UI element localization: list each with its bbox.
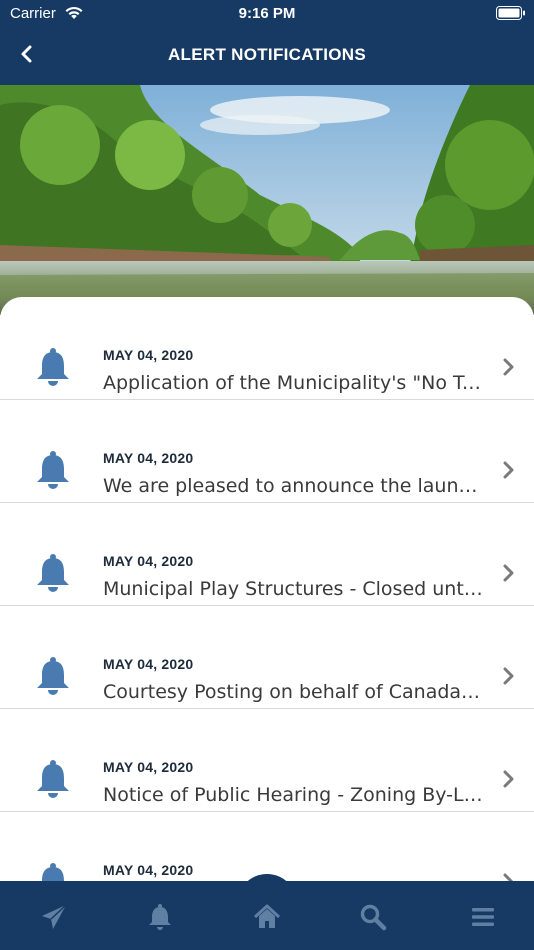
alert-date: MAY 04, 2020 bbox=[103, 759, 194, 775]
alert-list-item[interactable]: MAY 04, 2020 We are pleased to announce … bbox=[0, 400, 534, 503]
alert-list-item[interactable]: MAY 04, 2020 Notice of Public Hearing - … bbox=[0, 709, 534, 812]
bell-icon bbox=[37, 554, 69, 592]
chevron-right-icon bbox=[503, 461, 514, 479]
home-icon[interactable] bbox=[253, 903, 281, 931]
bottom-tab-bar bbox=[0, 874, 534, 950]
alert-list-item[interactable]: MAY 04, 2020 Municipal Play Structures -… bbox=[0, 503, 534, 606]
alerts-list: MAY 04, 2020 Application of the Municipa… bbox=[0, 297, 534, 881]
alert-date: MAY 04, 2020 bbox=[103, 862, 194, 878]
bell-icon bbox=[37, 451, 69, 489]
bell-icon[interactable] bbox=[146, 903, 174, 931]
menu-icon[interactable] bbox=[469, 903, 497, 931]
page-title: ALERT NOTIFICATIONS bbox=[167, 45, 367, 64]
bell-icon bbox=[37, 760, 69, 798]
alert-title: Municipal Play Structures - Closed until… bbox=[103, 578, 483, 600]
battery-icon bbox=[496, 6, 525, 20]
bell-icon bbox=[37, 657, 69, 695]
status-bar: Carrier 9:16 PM bbox=[0, 0, 534, 28]
chevron-right-icon bbox=[503, 358, 514, 376]
alert-title: Application of the Municipality's "No Tr… bbox=[103, 372, 483, 394]
chevron-right-icon bbox=[503, 667, 514, 685]
alert-list-item[interactable]: MAY 04, 2020 Application of the Municipa… bbox=[0, 297, 534, 400]
chevron-right-icon bbox=[503, 564, 514, 582]
navigation-bar: ALERT NOTIFICATIONS bbox=[0, 28, 534, 85]
alert-date: MAY 04, 2020 bbox=[103, 553, 194, 569]
alert-title: Courtesy Posting on behalf of Canada Pos… bbox=[103, 681, 483, 703]
chevron-right-icon bbox=[503, 873, 514, 881]
bell-icon bbox=[37, 348, 69, 386]
paper-plane-icon[interactable] bbox=[40, 903, 68, 931]
hero-river-image bbox=[0, 85, 534, 315]
alert-title: We are pleased to announce the launch of… bbox=[103, 475, 483, 497]
alert-list-item[interactable]: MAY 04, 2020 Courtesy Posting on behalf … bbox=[0, 606, 534, 709]
alert-title: Notice of Public Hearing - Zoning By-Law… bbox=[103, 784, 483, 806]
search-icon[interactable] bbox=[359, 903, 387, 931]
alert-date: MAY 04, 2020 bbox=[103, 450, 194, 466]
clock: 9:16 PM bbox=[238, 5, 296, 22]
alert-list-item[interactable]: MAY 04, 2020 bbox=[0, 812, 534, 881]
alert-date: MAY 04, 2020 bbox=[103, 347, 194, 363]
bell-icon bbox=[42, 863, 64, 881]
chevron-right-icon bbox=[503, 770, 514, 788]
alert-date: MAY 04, 2020 bbox=[103, 656, 194, 672]
